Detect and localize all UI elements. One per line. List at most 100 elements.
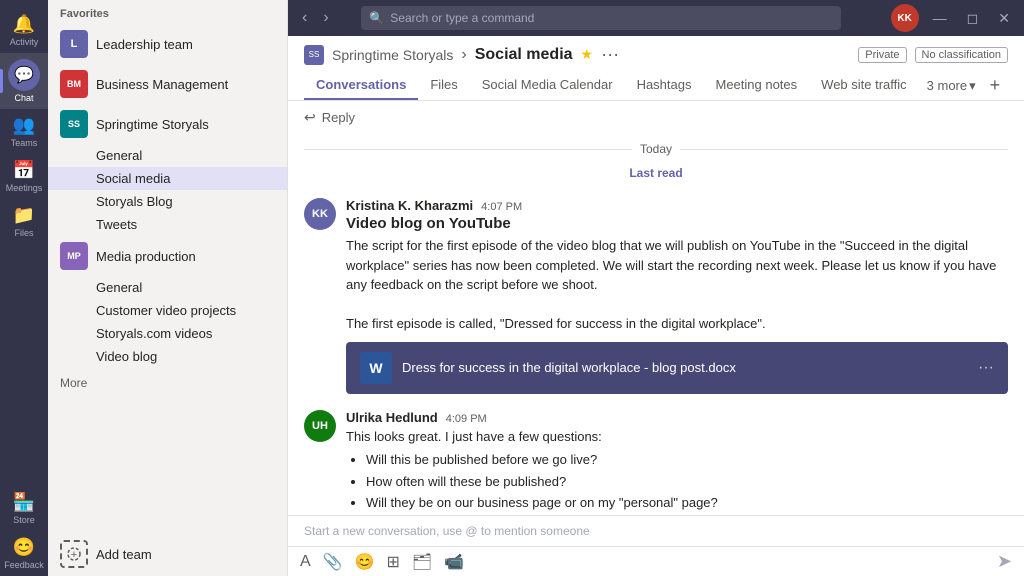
channel-storyals-videos[interactable]: Storyals.com videos bbox=[48, 322, 287, 345]
add-team-icon: + bbox=[60, 540, 88, 568]
sidebar: Favorites L Leadership team ··· BM Busin… bbox=[48, 0, 288, 576]
msg-time-1: 4:07 PM bbox=[481, 201, 522, 213]
media-team-name: Media production bbox=[96, 249, 275, 264]
sticker-icon[interactable]: 🗂 bbox=[412, 552, 432, 572]
msg-header-1: Kristina K. Kharazmi 4:07 PM bbox=[346, 198, 1008, 213]
file-more-button[interactable]: ··· bbox=[978, 359, 994, 377]
search-box[interactable]: 🔍 Search or type a command bbox=[361, 6, 841, 30]
sidebar-item-business[interactable]: BM Business Management ··· bbox=[48, 64, 287, 104]
meetings-icon: 📅 bbox=[13, 160, 35, 181]
message-body-1: Kristina K. Kharazmi 4:07 PM Video blog … bbox=[346, 198, 1008, 394]
divider-line-left bbox=[304, 149, 632, 150]
message-body-2: Ulrika Hedlund 4:09 PM This looks great.… bbox=[346, 410, 1008, 515]
message-group-1: KK Kristina K. Kharazmi 4:07 PM Video bl… bbox=[304, 190, 1008, 402]
search-placeholder: Search or type a command bbox=[390, 11, 534, 25]
channel-more-button[interactable]: ··· bbox=[601, 44, 619, 65]
channel-general[interactable]: General bbox=[48, 144, 287, 167]
rail-item-chat[interactable]: 💬 Chat bbox=[0, 53, 48, 109]
close-button[interactable]: ✕ bbox=[992, 10, 1016, 27]
leadership-team-name: Leadership team bbox=[96, 37, 275, 52]
bullet-2-3: Will they be on our business page or on … bbox=[366, 493, 1008, 513]
tab-conversations[interactable]: Conversations bbox=[304, 71, 418, 100]
teams-icon: 👥 bbox=[13, 115, 35, 136]
bullet-2-2: How often will these be published? bbox=[366, 472, 1008, 492]
msg-text-2: This looks great. I just have a few ques… bbox=[346, 427, 1008, 513]
restore-button[interactable]: ◻ bbox=[961, 10, 985, 27]
sidebar-item-leadership[interactable]: L Leadership team ··· bbox=[48, 24, 287, 64]
conversation-area[interactable]: ↩ Reply Today Last read KK Kristina K. K… bbox=[288, 101, 1024, 515]
feedback-icon: 😊 bbox=[13, 537, 35, 558]
channel-name: Social media bbox=[475, 46, 573, 64]
rail-item-store[interactable]: 🏪 Store bbox=[0, 486, 48, 531]
channel-video-blog[interactable]: Video blog bbox=[48, 345, 287, 368]
breadcrumb: Springtime Storyals bbox=[332, 47, 453, 63]
divider-line-right bbox=[680, 149, 1008, 150]
sidebar-item-media[interactable]: MP Media production ··· bbox=[48, 236, 287, 276]
word-icon: W bbox=[360, 352, 392, 384]
reply-row: ↩ Reply bbox=[304, 101, 1008, 134]
tab-web-traffic[interactable]: Web site traffic bbox=[809, 71, 919, 100]
format-icon[interactable]: A bbox=[300, 553, 311, 571]
new-conversation-input[interactable]: Start a new conversation, use @ to menti… bbox=[288, 516, 1024, 547]
rail-label-chat: Chat bbox=[14, 93, 33, 103]
schedule-icon[interactable]: 📹 bbox=[444, 552, 464, 572]
attach-icon[interactable]: 📎 bbox=[323, 552, 343, 572]
business-team-name: Business Management bbox=[96, 77, 275, 92]
media-channels: General Customer video projects Storyals… bbox=[48, 276, 287, 368]
media-avatar: MP bbox=[60, 242, 88, 270]
breadcrumb-separator: › bbox=[461, 46, 466, 64]
svg-text:+: + bbox=[71, 549, 77, 561]
message-group-2: UH Ulrika Hedlund 4:09 PM This looks gre… bbox=[304, 402, 1008, 516]
business-avatar: BM bbox=[60, 70, 88, 98]
leadership-avatar: L bbox=[60, 30, 88, 58]
rail-bottom: 🏪 Store 😊 Feedback bbox=[0, 486, 48, 576]
tab-add-button[interactable]: + bbox=[984, 71, 1007, 100]
rail-label-activity: Activity bbox=[10, 37, 39, 47]
add-team-button[interactable]: + Add team bbox=[48, 532, 287, 576]
rail-label-teams: Teams bbox=[11, 138, 38, 148]
channel-storyals-blog[interactable]: Storyals Blog bbox=[48, 190, 287, 213]
toolbar-row: A 📎 😊 ⊞ 🗂 📹 ➤ bbox=[288, 547, 1024, 576]
user-avatar[interactable]: KK bbox=[891, 4, 919, 32]
nav-forward-button[interactable]: › bbox=[317, 5, 334, 31]
msg-header-2: Ulrika Hedlund 4:09 PM bbox=[346, 410, 1008, 425]
channel-header: SS Springtime Storyals › Social media ★ … bbox=[288, 36, 1024, 101]
rail-label-meetings: Meetings bbox=[6, 183, 43, 193]
tab-hashtags[interactable]: Hashtags bbox=[625, 71, 704, 100]
bottom-bar: Start a new conversation, use @ to menti… bbox=[288, 515, 1024, 576]
tab-files[interactable]: Files bbox=[418, 71, 469, 100]
file-name: Dress for success in the digital workpla… bbox=[402, 360, 968, 375]
sidebar-item-springtime[interactable]: SS Springtime Storyals ··· bbox=[48, 104, 287, 144]
file-attachment[interactable]: W Dress for success in the digital workp… bbox=[346, 342, 1008, 394]
more-label[interactable]: More bbox=[48, 368, 287, 398]
springtime-team-name: Springtime Storyals bbox=[96, 117, 275, 132]
avatar-kk-1: KK bbox=[304, 198, 336, 230]
rail-item-activity[interactable]: 🔔 Activity bbox=[0, 8, 48, 53]
minimize-button[interactable]: — bbox=[927, 10, 953, 26]
reply-label[interactable]: Reply bbox=[322, 110, 355, 125]
tab-meeting-notes[interactable]: Meeting notes bbox=[703, 71, 809, 100]
channel-general2[interactable]: General bbox=[48, 276, 287, 299]
channel-customer-video[interactable]: Customer video projects bbox=[48, 299, 287, 322]
chat-icon: 💬 bbox=[8, 59, 40, 91]
rail-item-files[interactable]: 📁 Files bbox=[0, 199, 48, 244]
reply-icon: ↩ bbox=[304, 109, 316, 126]
nav-back-button[interactable]: ‹ bbox=[296, 5, 313, 31]
rail-item-teams[interactable]: 👥 Teams bbox=[0, 109, 48, 154]
star-icon[interactable]: ★ bbox=[581, 46, 594, 63]
search-icon: 🔍 bbox=[369, 11, 384, 25]
channel-social-media[interactable]: Social media bbox=[48, 167, 287, 190]
last-read-label: Last read bbox=[629, 166, 682, 180]
rail-item-feedback[interactable]: 😊 Feedback bbox=[0, 531, 48, 576]
emoji-icon[interactable]: 😊 bbox=[355, 552, 375, 572]
files-icon: 📁 bbox=[13, 205, 35, 226]
store-icon: 🏪 bbox=[13, 492, 35, 513]
tab-more[interactable]: 3 more ▾ bbox=[919, 72, 984, 100]
msg-text-1: The script for the first episode of the … bbox=[346, 236, 1008, 334]
channel-tweets[interactable]: Tweets bbox=[48, 213, 287, 236]
left-rail: 🔔 Activity 💬 Chat 👥 Teams 📅 Meetings 📁 F… bbox=[0, 0, 48, 576]
gif-icon[interactable]: ⊞ bbox=[387, 552, 400, 572]
rail-item-meetings[interactable]: 📅 Meetings bbox=[0, 154, 48, 199]
send-button[interactable]: ➤ bbox=[997, 551, 1012, 572]
tab-social-media-calendar[interactable]: Social Media Calendar bbox=[470, 71, 625, 100]
